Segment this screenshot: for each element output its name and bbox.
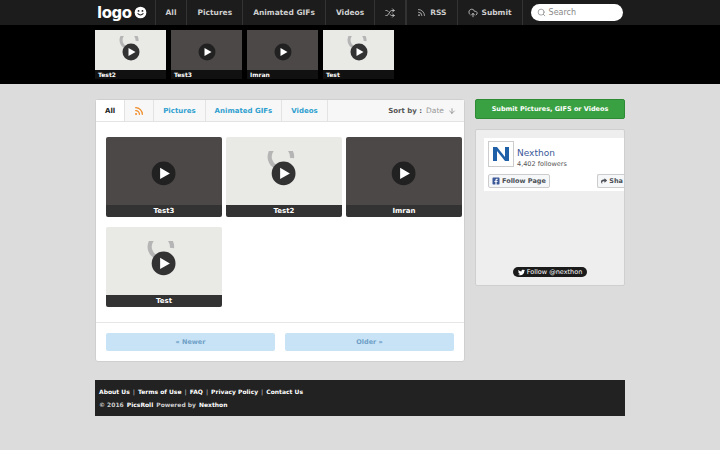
play-icon[interactable] [144,241,183,280]
share-button[interactable]: Sha [597,174,625,188]
random-button[interactable] [375,0,406,25]
facebook-icon [492,177,500,185]
nexthon-logo-icon[interactable] [488,141,514,167]
post-image [106,137,222,205]
post-title: Test2 [226,205,342,217]
search-field[interactable]: Search [531,4,623,21]
page-name[interactable]: Nexthon [517,148,555,158]
footer-links: About Us|Terms of Use|FAQ|Privacy Policy… [99,388,621,395]
social-widget: Nexthon 4,402 followers Follow Page Sha Foll… [475,129,625,286]
tab[interactable] [125,100,154,121]
shuffle-icon [385,8,395,18]
copyright: © 2016PicsRollPowered byNexthon [99,401,621,408]
footer-link[interactable]: Privacy Policy [211,388,258,395]
page-button[interactable]: Older » [285,333,454,351]
footer-link[interactable]: Terms of Use [138,388,182,395]
featured-thumb[interactable]: Imran [247,30,318,79]
nav-item[interactable]: All [156,0,188,25]
follow-page-button[interactable]: Follow Page [488,174,550,188]
content-panel: All PicturesAnimated GIFsVideos Sort by :D… [95,99,465,362]
smiley-icon [134,6,147,19]
post-image [226,137,342,205]
play-icon[interactable] [193,36,221,64]
play-icon[interactable] [269,36,297,64]
nav-item[interactable]: Animated GIFs [243,0,326,25]
sort-control[interactable]: Sort by :Date [380,100,464,121]
thumb-image [171,30,242,70]
post-card[interactable]: Test3 [106,137,222,217]
featured-thumb[interactable]: Test3 [171,30,242,79]
facebook-widget: Nexthon 4,402 followers Follow Page Sha [484,138,625,191]
play-icon[interactable] [345,36,373,64]
rss-icon [134,106,144,116]
page-button[interactable]: « Newer [106,333,275,351]
nav-item[interactable]: Videos [326,0,375,25]
footer-link[interactable]: Contact Us [266,388,303,395]
thumb-title: Test3 [171,70,242,79]
share-icon [601,178,607,184]
thumb-title: Test2 [95,70,166,79]
tab-bar: All PicturesAnimated GIFsVideos Sort by :D… [96,100,464,122]
post-card[interactable]: Test2 [226,137,342,217]
post-title: Test3 [106,205,222,217]
search-icon [537,8,546,17]
upload-icon [468,8,478,18]
thumb-image [95,30,166,70]
post-title: Imran [346,205,462,217]
post-image [346,137,462,205]
rss-icon [417,8,426,17]
follower-count: 4,402 followers [517,160,567,168]
thumb-image [247,30,318,70]
thumb-title: Test [323,70,394,79]
post-image [106,227,222,295]
tab[interactable]: Pictures [154,100,205,121]
nav-item[interactable]: Pictures [187,0,243,25]
footer-link[interactable]: FAQ [190,388,203,395]
play-icon[interactable] [264,151,303,190]
footer-link[interactable]: About Us [99,388,130,395]
post-title: Test [106,295,222,307]
tab[interactable]: Animated GIFs [206,100,283,121]
right-nav: RSSSubmit Search [406,0,626,25]
tab[interactable]: All [96,100,125,121]
twitter-follow-button[interactable]: Follow @nexthon [513,267,588,277]
featured-strip: Test2 Test3 Imran Test [0,26,720,84]
featured-thumb[interactable]: Test [323,30,394,79]
sidebar: Submit Pictures, GIFS or Videos Nexthon 4,… [475,99,625,286]
submit-link[interactable]: Submit [458,0,523,25]
pagination: « Newer Older » [96,322,464,361]
twitter-icon [518,269,525,276]
post-card[interactable]: Imran [346,137,462,217]
main-nav: logoAllPicturesAnimated GIFsVideos [95,0,406,25]
tab[interactable]: Videos [282,100,327,121]
play-icon[interactable] [384,151,423,190]
post-grid: Test3 Test2 Imran Test [96,122,464,322]
post-card[interactable]: Test [106,227,222,307]
top-bar: logoAllPicturesAnimated GIFsVideosRSSSub… [0,0,720,26]
rss-link[interactable]: RSS [406,0,457,25]
thumb-image [323,30,394,70]
footer: About Us|Terms of Use|FAQ|Privacy Policy… [95,380,625,416]
thumb-title: Imran [247,70,318,79]
featured-thumb[interactable]: Test2 [95,30,166,79]
submit-button[interactable]: Submit Pictures, GIFS or Videos [475,99,625,119]
play-icon[interactable] [117,36,145,64]
play-icon[interactable] [144,151,183,190]
logo[interactable]: logo [95,0,156,25]
arrow-down-icon [448,107,456,115]
